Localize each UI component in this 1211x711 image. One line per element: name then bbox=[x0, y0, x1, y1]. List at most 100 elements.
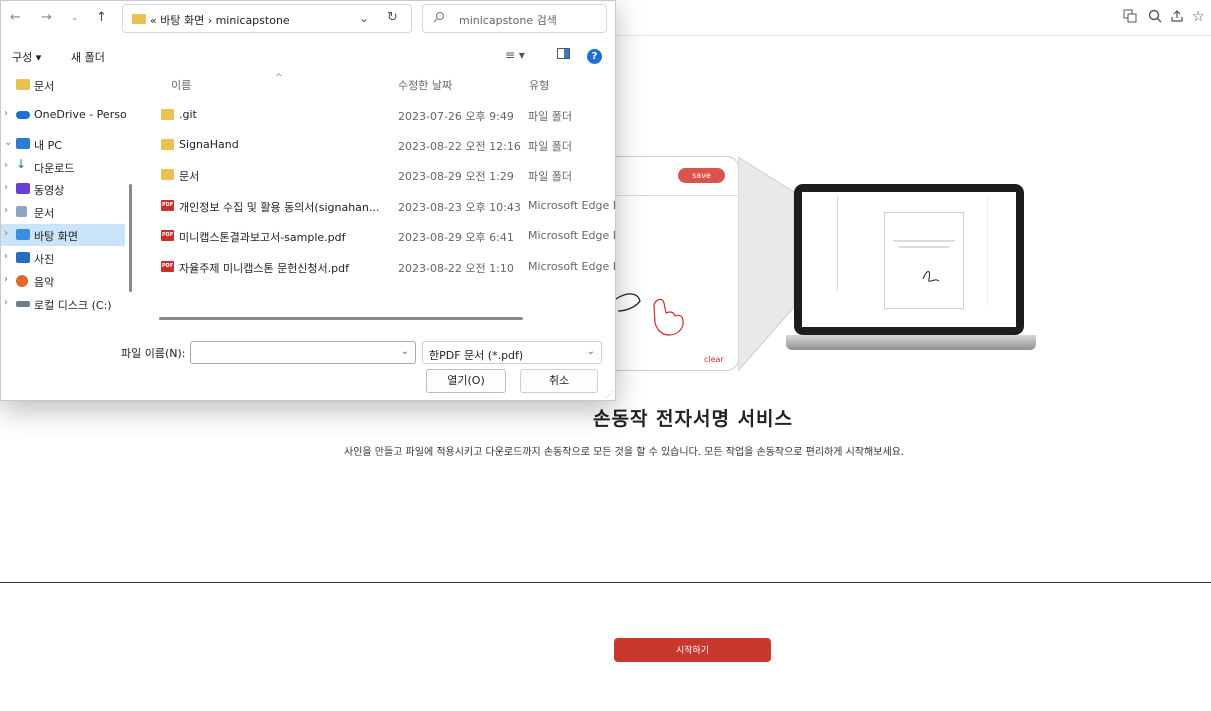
document-icon bbox=[16, 206, 27, 217]
new-folder-button[interactable]: 새 폴더 bbox=[71, 49, 105, 65]
nav-label: 문서 bbox=[34, 207, 55, 220]
horizontal-scrollbar[interactable] bbox=[159, 317, 523, 320]
column-name-label: 이름 bbox=[171, 79, 192, 92]
nav-item-videos[interactable]: › 동영상 bbox=[1, 178, 125, 200]
pdf-file-icon bbox=[161, 200, 174, 211]
navigation-pane: 문서 › OneDrive - Perso ⌄ 내 PC › ↓ 다운로드 › … bbox=[1, 71, 138, 326]
document-preview bbox=[884, 212, 964, 309]
share-icon[interactable] bbox=[1170, 9, 1184, 27]
open-button[interactable]: 열기(O) bbox=[426, 369, 506, 393]
file-type: 파일 폴더 bbox=[528, 110, 572, 123]
pc-icon bbox=[16, 138, 30, 149]
filetype-value: 한PDF 문서 (*.pdf) bbox=[429, 349, 524, 362]
address-path[interactable]: « 바탕 화면 › minicapstone bbox=[150, 12, 290, 28]
file-name: SignaHand bbox=[179, 138, 239, 151]
nav-item-pictures[interactable]: › 사진 bbox=[1, 247, 125, 269]
zoom-icon[interactable] bbox=[1148, 9, 1162, 27]
search-placeholder: minicapstone 검색 bbox=[459, 14, 557, 27]
search-input[interactable]: minicapstone 검색 bbox=[422, 4, 607, 33]
nav-label: 바탕 화면 bbox=[34, 230, 78, 243]
nav-item-downloads[interactable]: › ↓ 다운로드 bbox=[1, 156, 125, 178]
resize-grip-icon[interactable]: ⋰ bbox=[605, 390, 613, 399]
file-type: 파일 폴더 bbox=[528, 170, 572, 183]
pad-divider bbox=[612, 195, 738, 196]
file-type: Microsoft Edge P bbox=[528, 199, 615, 212]
disk-icon bbox=[16, 301, 30, 307]
preview-pane-icon[interactable] bbox=[557, 48, 570, 62]
file-type: Microsoft Edge P bbox=[528, 229, 615, 242]
translate-icon[interactable] bbox=[1123, 9, 1137, 27]
file-row[interactable]: 개인정보 수집 및 활용 동의서(signahan... 2023-08-23 … bbox=[155, 194, 615, 218]
filetype-select[interactable]: 한PDF 문서 (*.pdf) ⌄ bbox=[422, 341, 602, 364]
address-bar[interactable]: « 바탕 화면 › minicapstone ⌄ ↻ bbox=[122, 4, 412, 33]
file-name: 개인정보 수집 및 활용 동의서(signahan... bbox=[179, 201, 380, 214]
nav-item-documents[interactable]: 문서 bbox=[1, 74, 125, 96]
up-arrow-icon[interactable]: ↑ bbox=[96, 10, 107, 25]
file-open-dialog: ← → ⌄ ↑ « 바탕 화면 › minicapstone ⌄ ↻ minic… bbox=[0, 0, 616, 401]
desktop-icon bbox=[16, 229, 30, 240]
nav-chevron: › bbox=[4, 108, 8, 119]
nav-scrollbar[interactable] bbox=[129, 184, 132, 292]
view-options-icon[interactable]: ≡ ▾ bbox=[505, 48, 525, 62]
nav-label: 내 PC bbox=[34, 139, 62, 152]
file-name: .git bbox=[179, 108, 197, 121]
chevron-down-icon[interactable]: ⌄ bbox=[359, 11, 369, 25]
file-row[interactable]: SignaHand 2023-08-22 오전 12:16 파일 폴더 bbox=[155, 133, 615, 157]
nav-item-music[interactable]: › 음악 bbox=[1, 270, 125, 292]
laptop-illustration bbox=[794, 184, 1024, 335]
organize-button[interactable]: 구성 ▾ bbox=[12, 49, 41, 65]
nav-item-this-pc[interactable]: ⌄ 내 PC bbox=[1, 133, 125, 155]
chevron-down-icon[interactable]: ⌄ bbox=[401, 346, 409, 357]
recent-chevron-icon[interactable]: ⌄ bbox=[71, 13, 79, 23]
save-button[interactable]: save bbox=[678, 168, 725, 183]
file-date: 2023-08-23 오후 10:43 bbox=[398, 201, 521, 214]
nav-item-onedrive[interactable]: › OneDrive - Perso bbox=[1, 104, 127, 126]
forward-arrow-icon[interactable]: → bbox=[41, 10, 52, 25]
screen: ☆ save clear 손동작 전자서명 서비스 사인을 만들고 파일에 적용… bbox=[0, 0, 1211, 711]
nav-chevron: › bbox=[4, 160, 8, 171]
folder-icon bbox=[132, 14, 146, 24]
filename-input[interactable]: ⌄ bbox=[190, 341, 416, 364]
folder-icon bbox=[161, 169, 174, 180]
cancel-button[interactable]: 취소 bbox=[520, 369, 598, 393]
column-header-type[interactable]: 유형 bbox=[529, 77, 549, 93]
nav-item-local-disk[interactable]: › 로컬 디스크 (C:) bbox=[1, 293, 125, 315]
file-row[interactable]: 자율주제 미니캡스톤 문헌신청서.pdf 2023-08-22 오전 1:10 … bbox=[155, 255, 615, 279]
file-name: 자율주제 미니캡스톤 문헌신청서.pdf bbox=[179, 262, 350, 275]
thumbnail-panel bbox=[804, 196, 838, 291]
search-icon bbox=[433, 11, 445, 26]
nav-label: 문서 bbox=[34, 80, 55, 93]
column-header-name[interactable]: 이름 ^ bbox=[171, 73, 283, 93]
command-bar: 구성 ▾ 새 폴더 ≡ ▾ ? bbox=[1, 41, 615, 71]
file-date: 2023-08-22 오전 1:10 bbox=[398, 262, 514, 275]
column-header-date[interactable]: 수정한 날짜 bbox=[398, 77, 452, 93]
nav-label: 음악 bbox=[34, 276, 55, 289]
start-button[interactable]: 시작하기 bbox=[614, 638, 771, 662]
back-arrow-icon[interactable]: ← bbox=[10, 10, 21, 25]
file-date: 2023-08-29 오후 6:41 bbox=[398, 231, 514, 244]
tools-panel bbox=[987, 196, 1013, 306]
nav-item-documents-pc[interactable]: › 문서 bbox=[1, 201, 125, 223]
nav-chevron: › bbox=[4, 205, 8, 216]
nav-chevron: › bbox=[4, 251, 8, 262]
file-row[interactable]: 미니캡스톤결과보고서-sample.pdf 2023-08-29 오후 6:41… bbox=[155, 224, 615, 248]
file-row[interactable]: .git 2023-07-26 오후 9:49 파일 폴더 bbox=[155, 103, 615, 127]
file-name: 문서 bbox=[179, 170, 200, 183]
filename-label: 파일 이름(N): bbox=[121, 347, 186, 360]
clear-button[interactable]: clear bbox=[704, 355, 724, 364]
nav-label: 동영상 bbox=[34, 184, 65, 197]
refresh-icon[interactable]: ↻ bbox=[387, 10, 398, 25]
help-icon[interactable]: ? bbox=[587, 49, 602, 64]
nav-label: 로컬 디스크 (C:) bbox=[34, 299, 112, 312]
nav-item-desktop[interactable]: › 바탕 화면 bbox=[1, 224, 125, 246]
signature-stroke-icon bbox=[616, 293, 684, 336]
music-icon bbox=[16, 275, 28, 287]
file-date: 2023-08-29 오전 1:29 bbox=[398, 170, 514, 183]
video-icon bbox=[16, 183, 30, 194]
chevron-down-icon[interactable]: ⌄ bbox=[587, 346, 595, 357]
nav-chevron: › bbox=[4, 297, 8, 308]
file-list: 이름 ^ 수정한 날짜 유형 .git 2023-07-26 오후 9:49 파… bbox=[141, 71, 615, 329]
nav-chevron: ⌄ bbox=[4, 137, 13, 148]
file-row[interactable]: 문서 2023-08-29 오전 1:29 파일 폴더 bbox=[155, 163, 615, 187]
bookmark-star-icon[interactable]: ☆ bbox=[1192, 9, 1205, 25]
